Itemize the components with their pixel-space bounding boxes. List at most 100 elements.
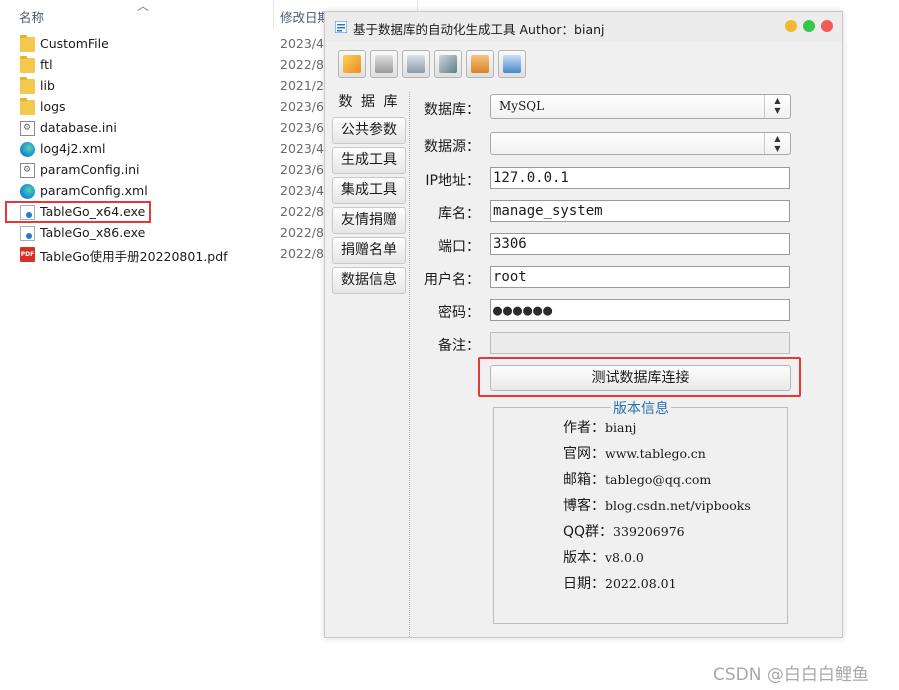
edge-browser-icon — [20, 142, 35, 157]
info-value: 2022.08.01 — [605, 576, 677, 591]
list-item[interactable]: lib 2021/2/ — [0, 76, 330, 97]
info-website: 官网：www.tablego.cn — [563, 443, 706, 463]
db-type-select[interactable]: MySQL ▲ ▼ — [490, 94, 791, 119]
folder-icon — [20, 56, 35, 73]
watermark: CSDN @白白白鲤鱼 — [713, 665, 869, 685]
sort-ascending-icon: ︿ — [137, 0, 150, 13]
file-date: 2022/8/ — [280, 225, 329, 240]
download-icon — [471, 55, 489, 73]
info-email: 邮箱：tablego@qq.com — [563, 469, 711, 489]
info-value: v8.0.0 — [605, 550, 644, 565]
username-field[interactable]: root — [490, 266, 790, 288]
highlight-box — [5, 201, 151, 223]
column-header-name[interactable]: 名称 — [19, 7, 44, 26]
version-info-title: 版本信息 — [611, 398, 671, 418]
info-author: 作者：bianj — [563, 417, 636, 437]
info-blog: 博客：blog.csdn.net/vipbooks — [563, 495, 751, 515]
info-label: QQ群： — [563, 524, 614, 540]
info-label: 日期： — [563, 576, 605, 592]
wizard-button[interactable] — [338, 50, 366, 78]
help-icon — [503, 55, 521, 73]
file-name: CustomFile — [40, 36, 109, 51]
list-item[interactable]: log4j2.xml 2023/4/ — [0, 139, 330, 160]
add-database-icon — [375, 55, 393, 73]
file-date: 2023/6/ — [280, 120, 329, 135]
ip-field[interactable]: 127.0.0.1 — [490, 167, 790, 189]
file-date: 2021/2/ — [280, 78, 329, 93]
file-name: database.ini — [40, 120, 117, 135]
file-name: logs — [40, 99, 66, 114]
add-database-button[interactable] — [370, 50, 398, 78]
list-item[interactable]: CustomFile 2023/4/ — [0, 34, 330, 55]
title-bar[interactable]: 基于数据库的自动化生成工具 Author：bianj — [325, 12, 842, 42]
info-value: tablego@qq.com — [605, 472, 712, 487]
info-value: www.tablego.cn — [605, 446, 706, 461]
info-version: 版本：v8.0.0 — [563, 547, 644, 567]
wizard-icon — [343, 55, 361, 73]
username-label: 用户名： — [424, 272, 480, 288]
minimize-button[interactable] — [785, 20, 797, 32]
tools-icon — [439, 55, 457, 73]
list-item[interactable]: TableGo_x86.exe 2022/8/ — [0, 223, 330, 244]
folder-icon — [20, 98, 35, 115]
pdf-icon: PDF — [20, 247, 35, 262]
settings-file-icon — [20, 121, 35, 136]
info-label: 作者： — [563, 420, 605, 436]
password-field[interactable]: ●●●●●● — [490, 299, 790, 321]
spinner-arrows-icon[interactable]: ▲ ▼ — [764, 95, 790, 118]
port-label: 端口： — [438, 239, 480, 255]
info-label: 邮箱： — [563, 472, 605, 488]
port-field[interactable]: 3306 — [490, 233, 790, 255]
highlight-box — [478, 357, 801, 397]
file-date: 2023/6/ — [280, 162, 329, 177]
file-name: paramConfig.ini — [40, 162, 140, 177]
file-date: 2023/4/ — [280, 36, 329, 51]
executable-icon — [20, 226, 35, 241]
spinner-arrows-icon[interactable]: ▲ ▼ — [764, 133, 790, 154]
download-button[interactable] — [466, 50, 494, 78]
dbname-label: 库名： — [438, 206, 480, 222]
list-item[interactable]: database.ini 2023/6/ — [0, 118, 330, 139]
file-name: log4j2.xml — [40, 141, 106, 156]
app-icon — [335, 21, 347, 33]
info-value: blog.csdn.net/vipbooks — [605, 498, 751, 513]
info-value: 339206976 — [613, 524, 685, 539]
ip-label: IP地址： — [425, 173, 480, 189]
list-item[interactable]: logs 2023/6/ — [0, 97, 330, 118]
db-type-value: MySQL — [499, 99, 545, 113]
add-table-icon — [407, 55, 425, 73]
list-item[interactable]: PDF TableGo使用手册20220801.pdf 2022/8/ — [0, 244, 330, 265]
column-header-date[interactable]: 修改日期 — [280, 7, 330, 26]
list-item[interactable]: paramConfig.ini 2023/6/ — [0, 160, 330, 181]
add-table-button[interactable] — [402, 50, 430, 78]
dbname-field[interactable]: manage_system — [490, 200, 790, 222]
password-label: 密码： — [438, 305, 480, 321]
info-date: 日期：2022.08.01 — [563, 573, 677, 593]
folder-icon — [20, 35, 35, 52]
column-divider[interactable] — [273, 0, 274, 28]
list-item[interactable]: ftl 2022/8/ — [0, 55, 330, 76]
tools-button[interactable] — [434, 50, 462, 78]
file-date: 2022/8/ — [280, 246, 329, 261]
datasource-label: 数据源： — [424, 139, 480, 155]
close-button[interactable] — [821, 20, 833, 32]
list-item[interactable]: paramConfig.xml 2023/4/ — [0, 181, 330, 202]
file-name: ftl — [40, 57, 53, 72]
remark-field[interactable] — [490, 332, 790, 354]
app-window: 基于数据库的自动化生成工具 Author：bianj 数 据 库 公共参数 生成… — [324, 11, 843, 638]
file-date: 2022/8/ — [280, 57, 329, 72]
info-label: 博客： — [563, 498, 605, 514]
file-name: lib — [40, 78, 55, 93]
file-name: paramConfig.xml — [40, 183, 148, 198]
file-date: 2022/8/ — [280, 204, 329, 219]
remark-label: 备注： — [438, 338, 480, 354]
folder-icon — [20, 77, 35, 94]
info-value: bianj — [605, 420, 637, 435]
maximize-button[interactable] — [803, 20, 815, 32]
info-label: 官网： — [563, 446, 605, 462]
help-button[interactable] — [498, 50, 526, 78]
datasource-select[interactable]: ▲ ▼ — [490, 132, 791, 155]
file-date: 2023/4/ — [280, 141, 329, 156]
edge-browser-icon — [20, 184, 35, 199]
settings-file-icon — [20, 163, 35, 178]
